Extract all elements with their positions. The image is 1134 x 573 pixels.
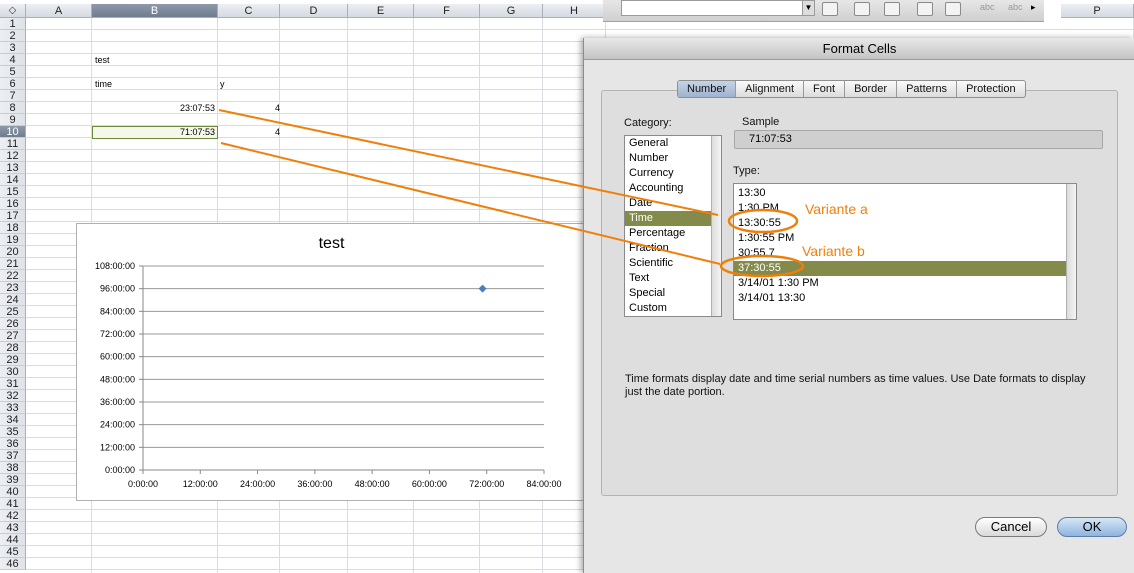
- annotation-arrow-b: [220, 142, 721, 265]
- annotation-arrow-a: [218, 109, 719, 216]
- annotation-overlay: [218, 109, 805, 278]
- annotation-circle-b: [719, 254, 805, 278]
- annotation-variant-a: Variante a: [805, 201, 868, 217]
- annotation-variant-b: Variante b: [802, 243, 865, 259]
- annotation-circle-a: [727, 208, 799, 234]
